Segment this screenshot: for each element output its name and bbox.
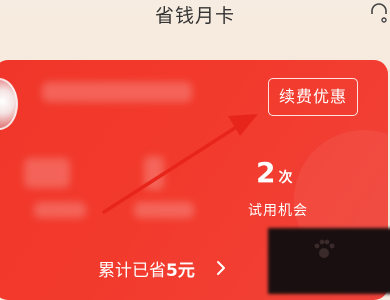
total-saved-link[interactable]: 累计已省5元 — [0, 242, 265, 290]
remaining-count-unit: 次 — [278, 170, 293, 186]
total-saved-prefix: 累计已省 — [98, 261, 166, 281]
total-saved-amount: 5元 — [166, 261, 195, 281]
remaining-count-label: 试用机会 — [248, 203, 308, 219]
chevron-right-icon — [217, 261, 225, 275]
avatar — [0, 78, 18, 130]
blurred-detail — [134, 202, 194, 218]
page-header: 省钱月卡 — [0, 0, 390, 45]
total-saved-text: 累计已省5元 — [98, 256, 195, 281]
blurred-detail — [24, 158, 70, 188]
remaining-count-value: 2 — [256, 156, 276, 189]
paw-icon — [314, 239, 335, 258]
blurred-user-info — [42, 82, 192, 102]
blurred-detail — [34, 202, 86, 218]
page-title: 省钱月卡 — [154, 5, 235, 27]
remaining-count: 2次 — [256, 156, 292, 189]
renew-discount-button[interactable]: 续费优惠 — [268, 78, 358, 116]
headset-icon[interactable] — [366, 0, 388, 24]
blurred-detail — [144, 156, 164, 190]
